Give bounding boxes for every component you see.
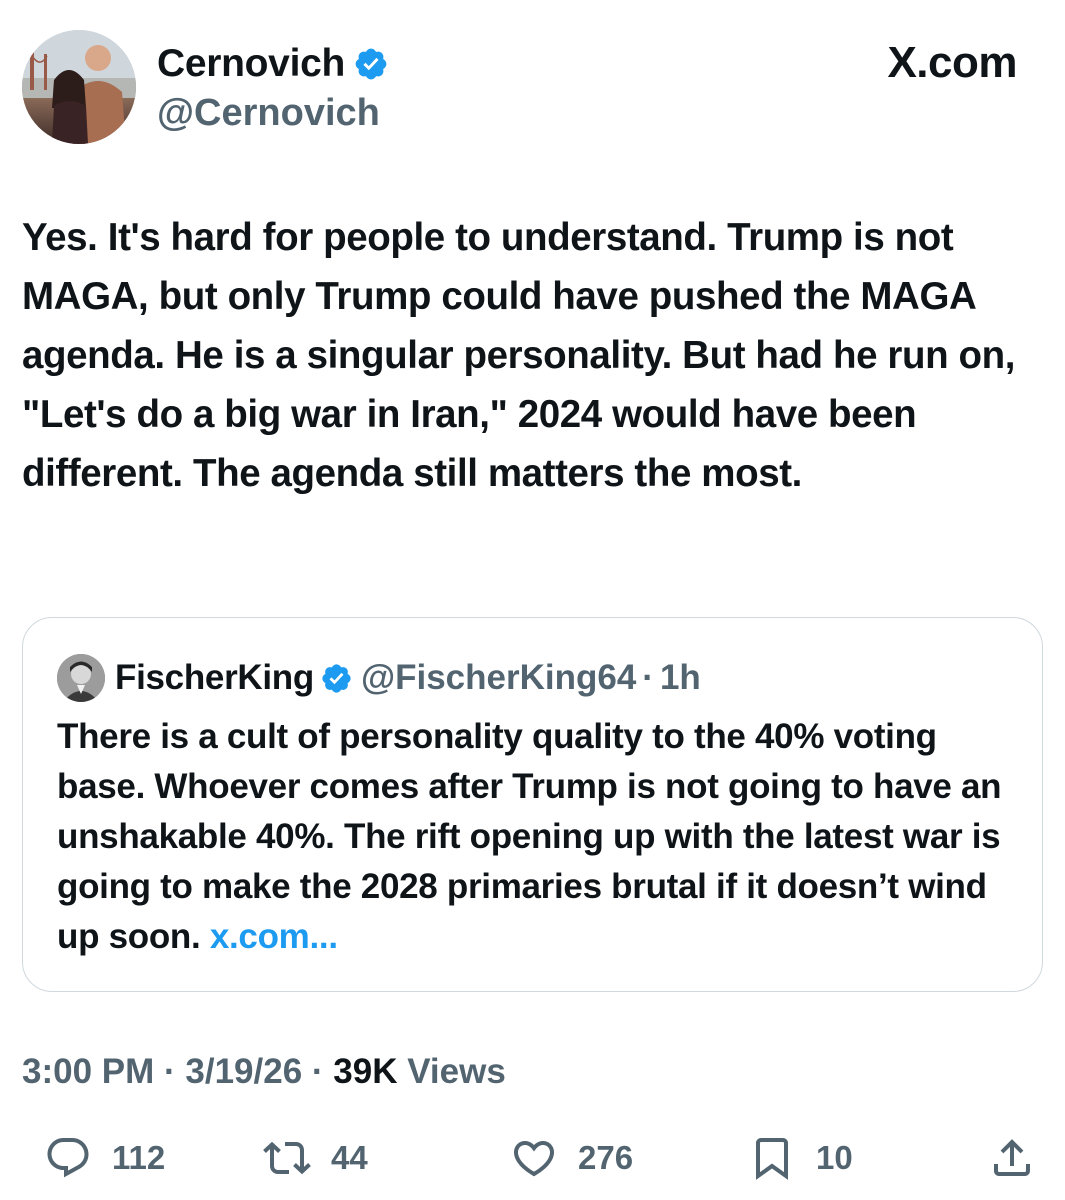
reply-button[interactable]: 112 (44, 1130, 165, 1186)
quoted-author-handle[interactable]: @FischerKing64 (361, 658, 636, 698)
post-date[interactable]: 3/19/26 (185, 1052, 302, 1091)
bookmark-icon (756, 1138, 788, 1180)
like-button[interactable]: 276 (510, 1130, 633, 1186)
quoted-post[interactable]: FischerKing @FischerKing64 · 1h There is… (22, 617, 1043, 992)
quoted-author-avatar[interactable] (57, 654, 105, 702)
quoted-post-age[interactable]: 1h (660, 658, 701, 698)
site-label: X.com (887, 38, 1017, 87)
like-count: 276 (578, 1139, 634, 1176)
site-mark: X.com (887, 38, 1017, 88)
quoted-post-link[interactable]: x.com... (210, 917, 338, 956)
quoted-author-name[interactable]: FischerKing (115, 658, 314, 698)
quoted-meta-separator: · (642, 658, 654, 697)
post-screenshot: Cernovich @Cernovich X.com Yes. It's har… (0, 0, 1065, 1200)
repost-button[interactable]: 44 (263, 1130, 368, 1186)
views-label: Views (397, 1052, 506, 1091)
post-meta: 3:00 PM · 3/19/26 · 39K Views (22, 1052, 506, 1092)
repost-icon (263, 1141, 311, 1175)
bookmark-button[interactable]: 10 (748, 1130, 853, 1186)
author-handle[interactable]: @Cernovich (157, 92, 380, 135)
reply-count: 112 (112, 1139, 166, 1176)
meta-separator: · (154, 1052, 186, 1091)
verified-badge-icon (355, 48, 387, 80)
author-name-row[interactable]: Cernovich (157, 42, 389, 86)
heart-icon (513, 1141, 555, 1177)
author-name: Cernovich (157, 42, 346, 85)
quoted-verified-badge-icon (322, 663, 351, 693)
reply-icon (47, 1138, 89, 1178)
quoted-post-body: There is a cult of personality quality t… (57, 717, 1002, 956)
quoted-post-text: There is a cult of personality quality t… (57, 712, 1017, 962)
post-text: Yes. It's hard for people to understand.… (22, 216, 1016, 495)
bookmark-count: 10 (816, 1139, 853, 1176)
author-avatar[interactable] (22, 30, 136, 144)
post-time[interactable]: 3:00 PM (22, 1052, 154, 1091)
action-bar: 112 44 276 10 (0, 1130, 1065, 1186)
share-button[interactable] (988, 1130, 1036, 1186)
meta-separator: · (302, 1052, 334, 1091)
repost-count: 44 (331, 1139, 368, 1176)
views-count: 39K (333, 1052, 398, 1091)
quoted-post-header: FischerKing @FischerKing64 · 1h (57, 654, 701, 702)
share-icon (994, 1139, 1030, 1176)
author-avatar-image (22, 30, 136, 144)
quoted-author-avatar-image (57, 654, 105, 702)
